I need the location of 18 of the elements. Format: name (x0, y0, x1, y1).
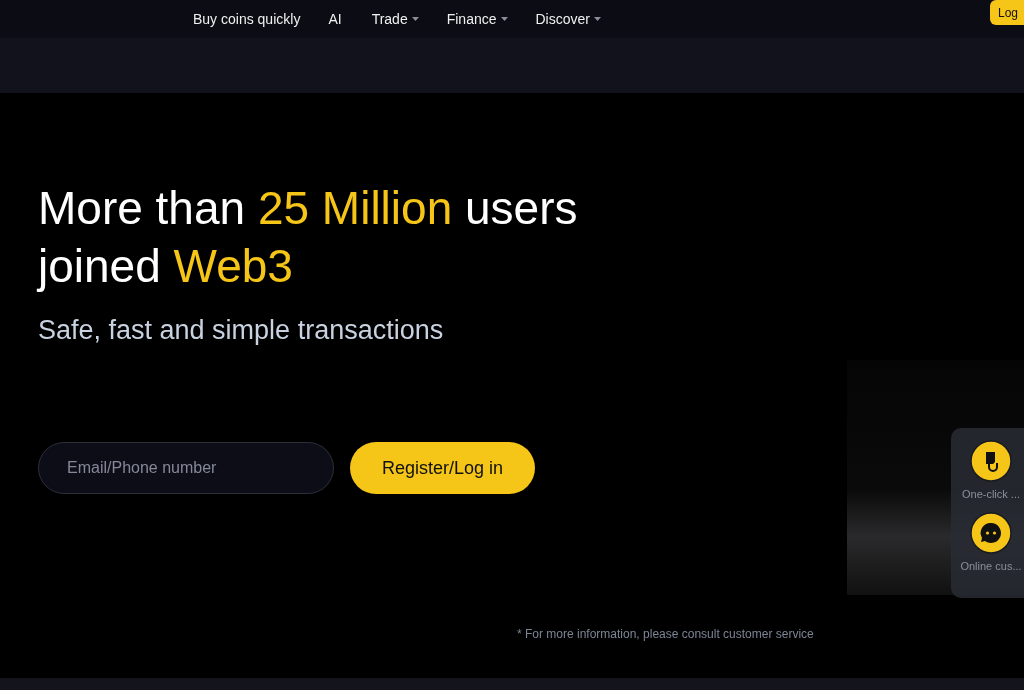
panel-label[interactable]: Online cus... (960, 560, 1022, 572)
caret-icon (411, 17, 419, 21)
login-button[interactable]: Log (989, 0, 1024, 25)
hero-subtitle: Safe, fast and simple transactions (38, 315, 445, 346)
nav-link[interactable]: Trade (371, 11, 419, 27)
caret-icon (593, 17, 601, 21)
footnote-text: * For more information, please consult customer service (517, 627, 814, 641)
chat-icon[interactable] (970, 512, 1012, 554)
hand-icon[interactable] (970, 440, 1012, 482)
caret-icon (500, 17, 508, 21)
email-phone-field[interactable]: Email/Phone number (38, 442, 334, 494)
hero-headline: More than 25 Million users joined Web3 (38, 181, 579, 294)
nav-link[interactable]: AI (328, 11, 342, 27)
nav-link[interactable]: Finance (446, 11, 508, 27)
register-button[interactable]: Register/Log in (350, 442, 536, 494)
nav-link[interactable]: Discover (535, 11, 601, 27)
nav-link[interactable]: Buy coins quickly (193, 11, 301, 27)
panel-label[interactable]: One-click ... (961, 488, 1021, 500)
